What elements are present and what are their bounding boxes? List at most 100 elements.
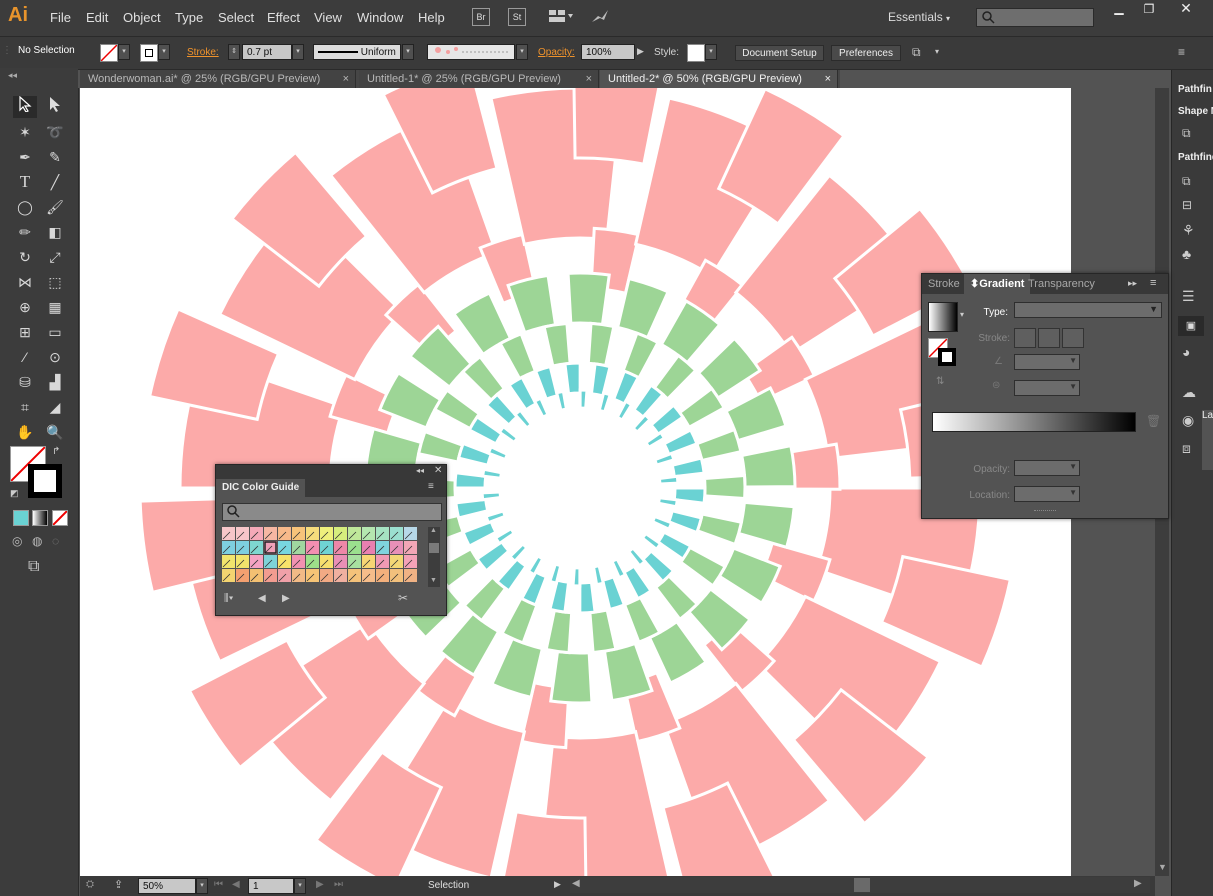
teal-tile[interactable] [454,497,490,520]
horizontal-scrollbar[interactable]: ◀ ▶ [570,877,1150,893]
style-dropdown-icon[interactable]: ▾ [705,44,717,60]
arrange-dropdown-icon[interactable]: ▾ [935,47,939,56]
panel-menu-icon[interactable]: ≡ [1150,277,1156,289]
stroke-label[interactable]: Stroke: [187,47,219,58]
teal-tile[interactable] [666,508,704,535]
tab-gradient[interactable]: ⬍Gradient [964,274,1031,294]
menu-type[interactable]: Type [175,10,203,25]
green-tile[interactable] [677,386,727,430]
stroke-color-swatch[interactable] [140,44,158,62]
teal-tile[interactable] [648,402,686,437]
opacity-input[interactable]: 100% [581,44,635,60]
green-tile[interactable] [506,273,558,335]
scroll-up-icon[interactable]: ▲ [430,527,437,534]
green-tile[interactable] [602,641,654,703]
teal-tile[interactable] [456,441,494,468]
fill-dropdown-icon[interactable]: ▾ [118,44,130,60]
scroll-right-icon[interactable]: ▶ [1134,878,1142,889]
artboard-dropdown-icon[interactable]: ▾ [294,878,306,894]
menu-window[interactable]: Window [357,10,403,25]
teal-tile[interactable] [589,362,612,398]
teal-tile[interactable] [484,509,508,525]
transform-icon[interactable]: ⊟ [1182,198,1192,212]
teal-tile[interactable] [631,412,653,435]
column-graph-tool-icon[interactable]: ▟ [43,371,67,393]
menu-object[interactable]: Object [123,10,161,25]
menu-help[interactable]: Help [418,10,445,25]
menu-view[interactable]: View [314,10,342,25]
gradient-type-select[interactable]: ▼ [1014,302,1162,318]
close-tab-icon[interactable]: × [586,70,592,88]
close-window-button[interactable]: ✕ [1166,0,1206,18]
green-tile[interactable] [586,321,616,368]
green-tile[interactable] [694,427,743,463]
fill-color-swatch[interactable] [100,44,118,62]
scale-tool-icon[interactable]: ⤢ [43,246,67,268]
slice-tool-icon[interactable]: ◢ [43,396,67,418]
gradient-stroke-swatch[interactable] [938,348,956,366]
draw-inside-icon[interactable]: ◌ [52,534,59,548]
teal-tile[interactable] [563,361,582,396]
gradient-panel-icon[interactable]: ▣ [1178,316,1204,336]
line-tool-icon[interactable]: ╱ [43,171,67,193]
none-mode-icon[interactable] [52,510,68,526]
preferences-button[interactable]: Preferences [831,45,901,61]
layers-panel-icon[interactable]: ⧈ [1182,440,1191,457]
divide-icon[interactable]: ⧉ [1182,174,1191,189]
eraser-tool-icon[interactable]: ◧ [43,221,67,243]
gradient-thumbnail[interactable] [928,302,958,332]
eyedropper-tool-icon[interactable]: ⁄ [13,346,37,368]
stroke-panel-icon[interactable]: ☰ [1182,288,1195,305]
teal-tile[interactable] [600,574,627,612]
teal-tile[interactable] [656,496,679,509]
stop-location-input[interactable]: ▼ [1014,486,1080,502]
teal-tile[interactable] [622,564,654,601]
teal-tile[interactable] [670,456,706,479]
cc-libraries-icon[interactable]: ☁ [1182,384,1196,401]
screen-mode-icon[interactable]: ⧉ [28,558,39,576]
mesh-tool-icon[interactable]: ⊞ [13,321,37,343]
green-tile[interactable] [695,512,744,547]
teal-tile[interactable] [532,396,550,420]
graphic-style-swatch[interactable] [687,44,705,62]
teal-tile[interactable] [507,541,529,564]
teal-tile[interactable] [533,364,560,402]
teal-tile[interactable] [493,526,517,546]
green-tile[interactable] [544,608,574,655]
scroll-down-icon[interactable]: ▼ [1158,862,1167,872]
teal-tile[interactable] [611,369,641,406]
gradient-annotator-icon[interactable]: ⇅ [936,376,944,387]
close-tab-icon[interactable]: × [343,70,349,88]
workspace-switcher[interactable]: Essentials ▾ [888,10,950,24]
document-setup-button[interactable]: Document Setup [735,45,824,61]
teal-tile[interactable] [656,530,693,562]
lasso-tool-icon[interactable]: ➰ [43,121,67,143]
swatch-libraries-icon[interactable]: ⫼▾ [224,593,233,604]
panel-resize-handle[interactable] [1034,510,1056,515]
draw-behind-icon[interactable]: ◍ [32,534,42,548]
teal-tile[interactable] [571,566,582,588]
teal-tile[interactable] [640,531,663,552]
swatch-scroll-thumb[interactable] [429,543,439,553]
first-artboard-icon[interactable]: ⏮ [214,879,223,890]
width-tool-icon[interactable]: ⋈ [13,271,37,293]
stroke-weight-input[interactable]: 0.7 pt [242,44,292,60]
gradient-mode-icon[interactable] [32,510,48,526]
artboard-tool-icon[interactable]: ⌗ [13,396,37,418]
green-tile[interactable] [588,608,618,655]
transparency-panel-icon[interactable]: ◕ [1182,344,1190,360]
blend-tool-icon[interactable]: ⊙ [43,346,67,368]
previous-artboard-icon[interactable]: ◀ [232,879,240,890]
teal-tile[interactable] [657,474,680,486]
swatch-scrollbar[interactable]: ▲ ▼ [428,527,440,587]
layers-panel-tab[interactable]: La [1202,410,1213,470]
direct-selection-tool-icon[interactable] [43,96,67,118]
delete-stop-icon[interactable]: 🗑 [1146,414,1161,428]
opacity-slider-arrow-icon[interactable]: ▶ [637,46,644,57]
menu-edit[interactable]: Edit [86,10,108,25]
green-tile[interactable] [549,649,594,705]
minimize-window-button[interactable]: ▁ [1106,2,1132,16]
green-tile[interactable] [498,331,538,381]
restore-window-button[interactable]: ❐ [1136,2,1162,16]
artboard-number-input[interactable]: 1 [248,878,294,894]
